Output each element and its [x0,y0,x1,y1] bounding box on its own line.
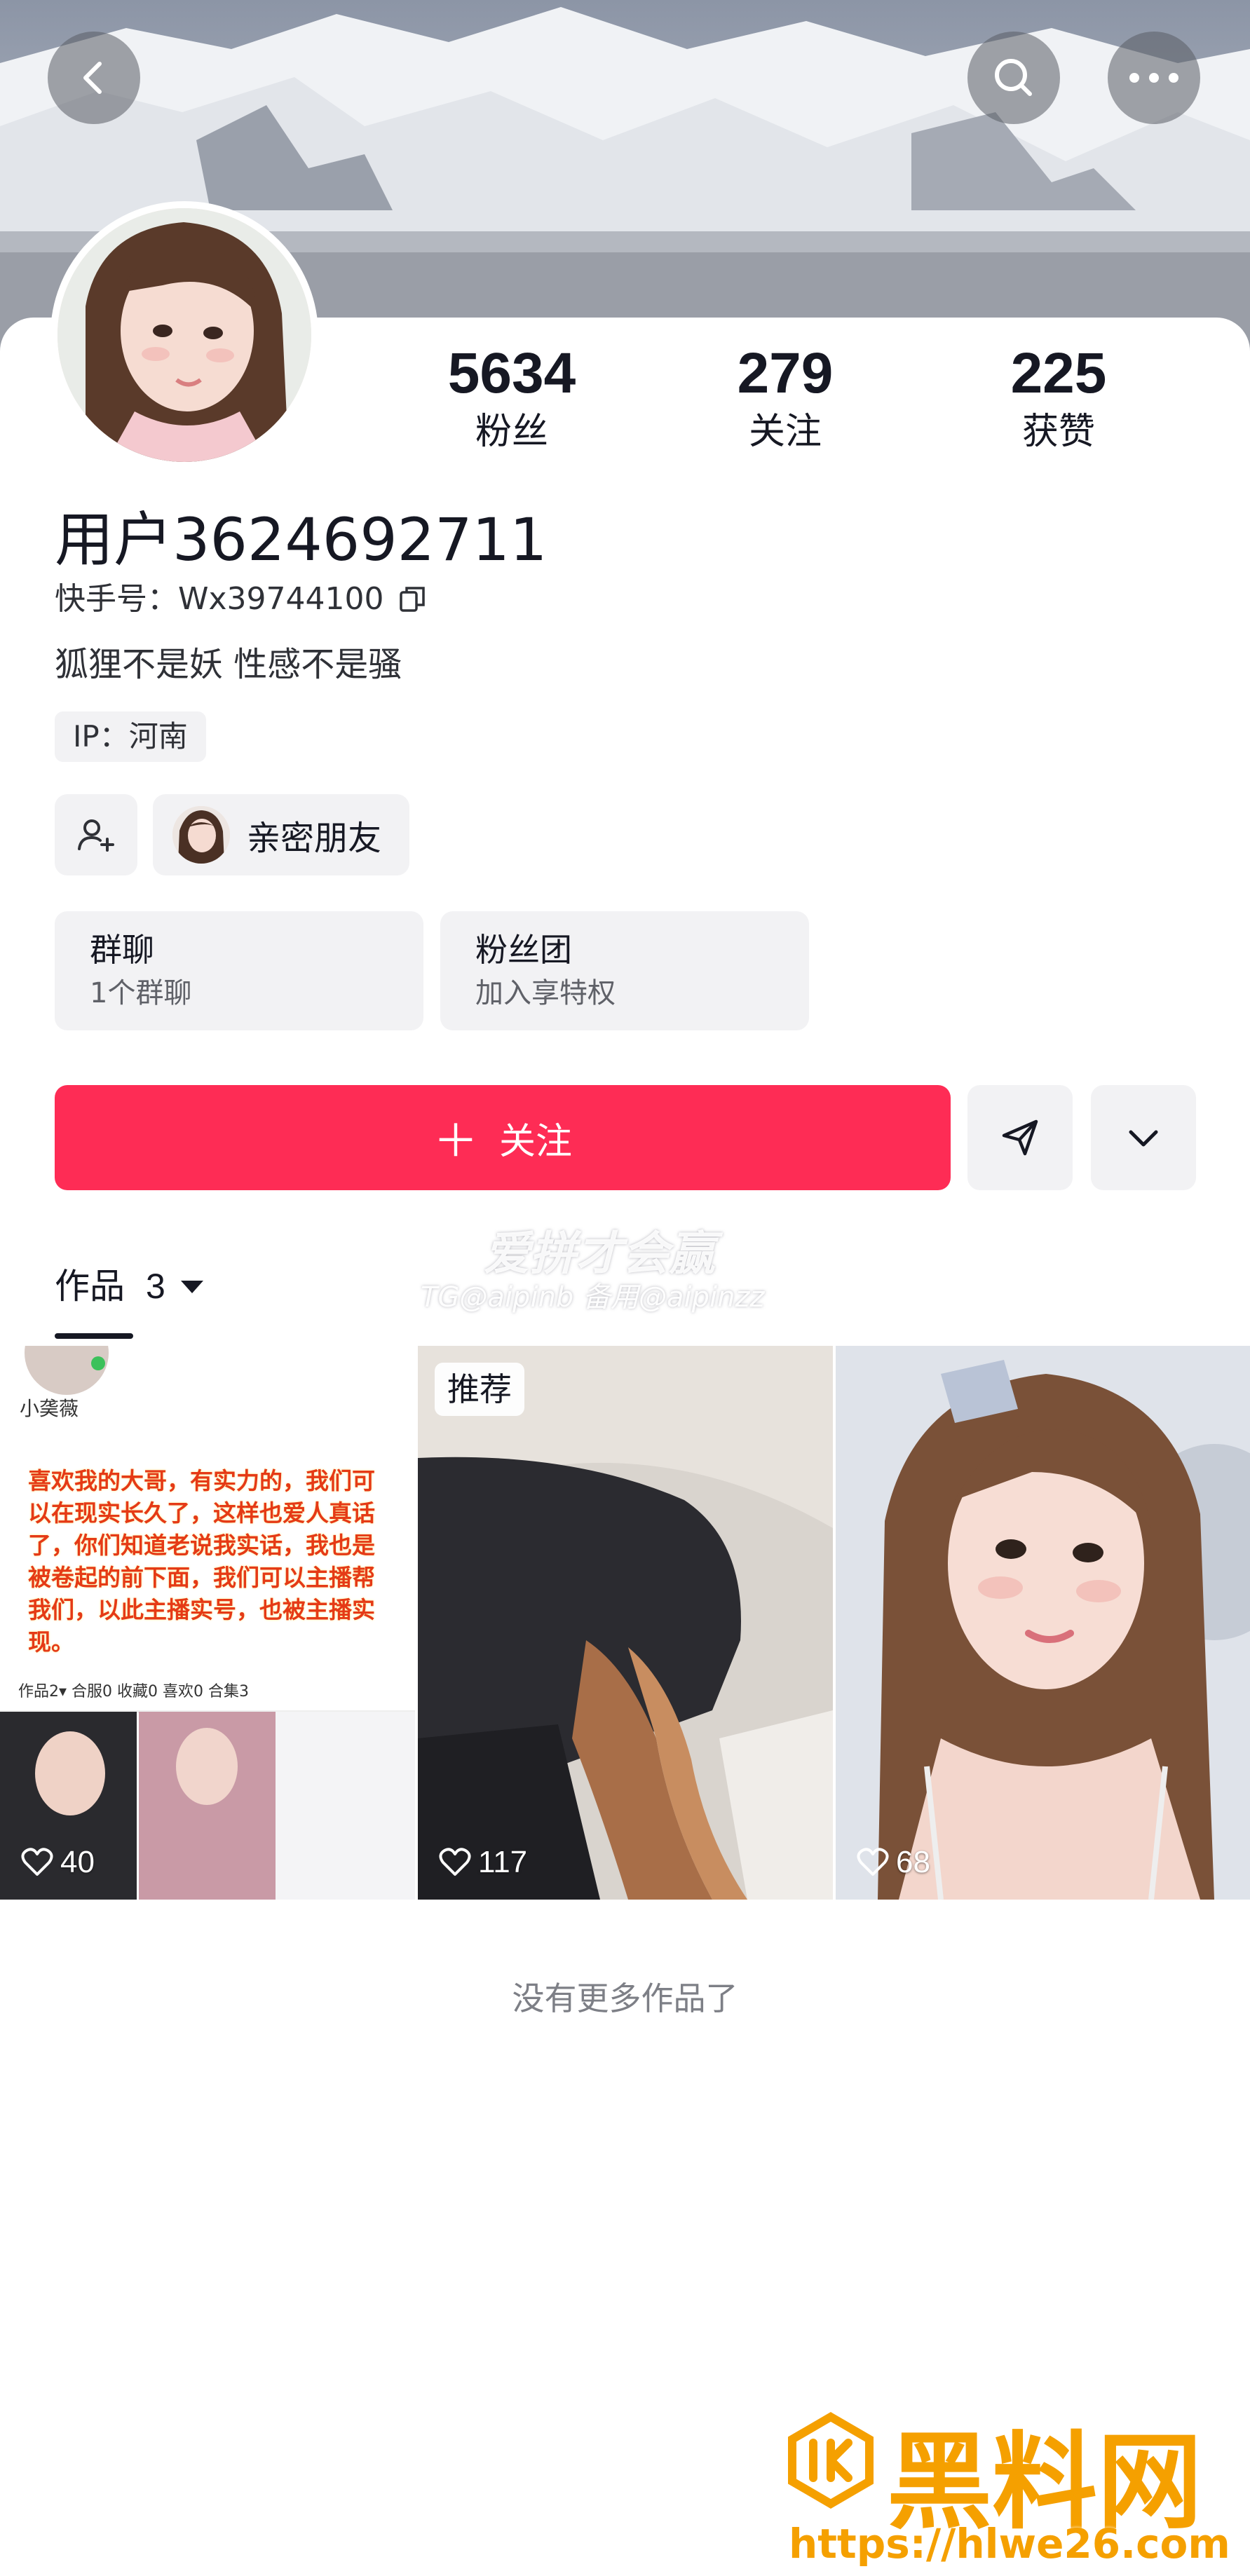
fan-club-title: 粉丝团 [475,931,572,969]
works-count: 3 [146,1267,165,1306]
works-tab-label: 作品 [55,1266,125,1307]
username: 用户3624692711 [55,505,548,574]
heart-icon [857,1848,889,1876]
bio: 狐狸不是妖 性感不是骚 [55,645,402,684]
work-likes-count: 40 [60,1845,95,1879]
dropdown-triangle-icon [180,1281,203,1293]
plus-icon: ＋ [433,1116,478,1168]
work-item[interactable]: 小䶮薇 喜欢我的大哥，有实力的，我们可以在现实长久了，这样也爱人真话了，你们知道… [0,1346,415,1900]
tab-works[interactable]: 作品 3 [55,1262,205,1311]
heart-icon [439,1848,471,1876]
work-item[interactable]: 推荐 117 [418,1346,833,1900]
mock-tabs: 作品2▾ 合服0 收藏0 喜欢0 合集3 [18,1683,250,1701]
follow-label: 关注 [498,1120,572,1163]
avatar-photo [57,208,311,462]
search-button[interactable] [967,32,1060,124]
group-chat-title: 群聊 [90,931,154,969]
brand-url[interactable]: https://hlwe26.com [789,2520,1230,2568]
following-count: 279 [737,341,834,405]
work-thumbnail-image [836,1346,1250,1900]
copy-icon[interactable] [397,584,428,615]
watermark-line-1: 爱拼才会赢 [484,1227,715,1281]
following-label: 关注 [748,411,822,453]
add-friend-button[interactable] [55,794,137,875]
back-arrow-icon [83,62,102,94]
watermark-line-2: TG@aipinb 备用@aipinzz [421,1281,765,1314]
work-thumbnail-screenshot: 小䶮薇 喜欢我的大哥，有实力的，我们可以在现实长久了，这样也爱人真话了，你们知道… [0,1346,415,1900]
tab-underline [55,1333,133,1339]
group-chat-subtitle: 1个群聊 [90,977,192,1009]
brand-watermark: 黑料网 https://hlwe26.com [782,2397,1230,2568]
mock-red-caption: 喜欢我的大哥，有实力的，我们可以在现实长久了，这样也爱人真话了，你们知道老说我实… [28,1467,375,1656]
mock-username: 小䶮薇 [20,1397,79,1420]
fan-club-subtitle: 加入享特权 [475,977,616,1009]
recommended-badge: 推荐 [435,1363,524,1416]
work-thumbnail-image [418,1346,833,1900]
work-likes-count: 68 [896,1845,930,1879]
brand-logo-icon [788,2412,874,2509]
followers-count: 5634 [447,341,576,405]
back-button[interactable] [48,32,140,124]
more-button[interactable] [1108,32,1200,124]
follow-button[interactable]: ＋ 关注 [55,1085,951,1190]
work-item[interactable]: 68 [836,1346,1250,1900]
work-likes: 40 [21,1845,95,1880]
send-icon [1002,1119,1038,1156]
chevron-down-icon [1129,1130,1158,1147]
heart-icon [21,1848,53,1876]
fan-club-card[interactable]: 粉丝团 加入享特权 [440,911,809,1030]
close-friends-label: 亲密朋友 [247,819,382,858]
stat-followers[interactable]: 5634 粉丝 [421,340,603,456]
user-id-row[interactable]: 快手号：Wx39744100 [55,578,428,620]
no-more-works-text: 没有更多作品了 [512,1979,738,2017]
close-friends-button[interactable]: 亲密朋友 [153,794,409,875]
stat-following[interactable]: 279 关注 [694,340,876,456]
work-likes: 117 [439,1845,527,1880]
avatar[interactable] [50,201,318,469]
stat-likes[interactable]: 225 获赞 [967,340,1150,456]
friend-avatar [172,806,230,864]
followers-label: 粉丝 [475,411,548,453]
group-chat-card[interactable]: 群聊 1个群聊 [55,911,423,1030]
more-dots-icon [1129,73,1178,83]
search-icon [995,59,1032,96]
likes-count: 225 [1010,341,1107,405]
expand-button[interactable] [1091,1085,1196,1190]
add-user-icon [78,819,114,852]
ip-location-tag: IP：河南 [55,711,206,762]
send-message-button[interactable] [967,1085,1073,1190]
work-likes: 68 [857,1845,930,1880]
works-grid: 小䶮薇 喜欢我的大哥，有实力的，我们可以在现实长久了，这样也爱人真话了，你们知道… [0,1346,1250,1900]
likes-label: 获赞 [1021,411,1095,453]
work-likes-count: 117 [478,1845,528,1879]
user-id: 快手号：Wx39744100 [55,581,384,617]
